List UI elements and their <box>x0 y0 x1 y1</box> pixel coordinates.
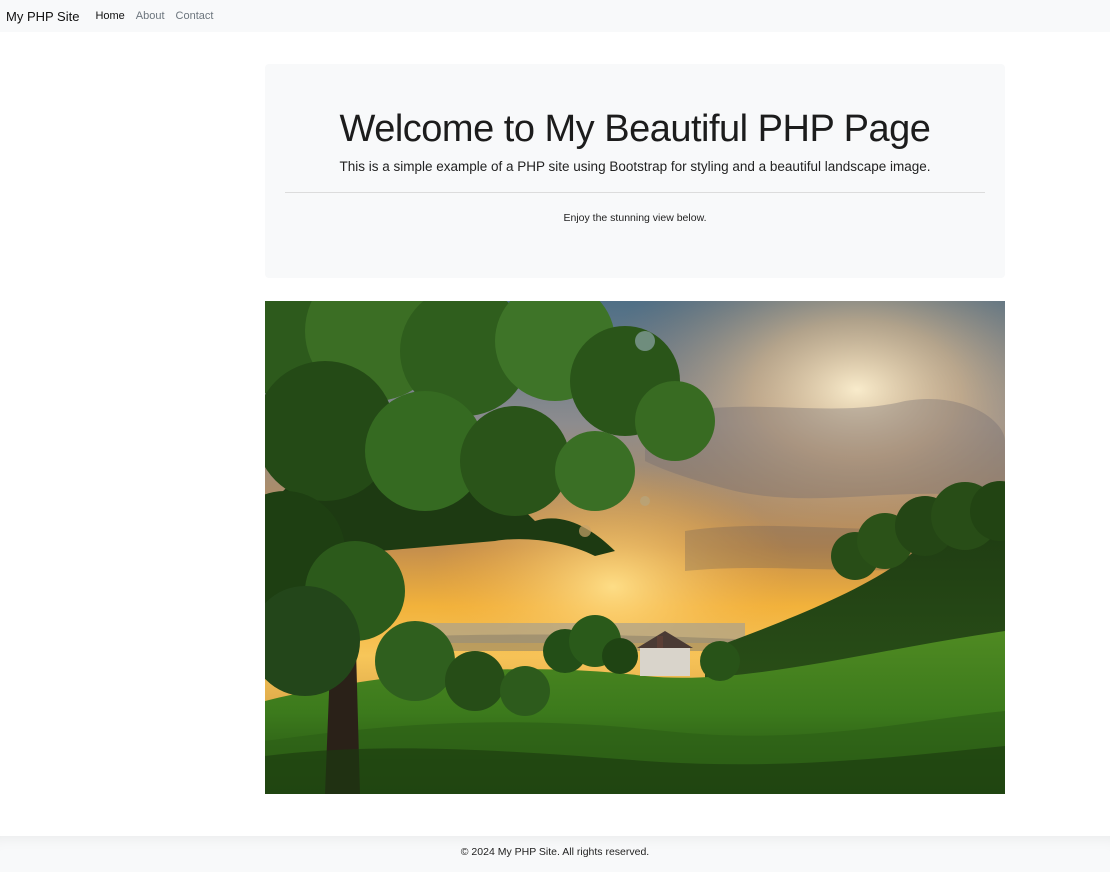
landscape-image <box>265 301 1005 794</box>
footer-text: © 2024 My PHP Site. All rights reserved. <box>460 846 650 858</box>
navbar-brand[interactable]: My PHP Site <box>6 9 79 24</box>
nav-link-home[interactable]: Home <box>95 10 124 22</box>
hero-lead: This is a simple example of a PHP site u… <box>339 159 931 174</box>
navbar: My PHP Site Home About Contact <box>0 0 1110 32</box>
hero-jumbotron: Welcome to My Beautiful PHP Page This is… <box>265 64 1005 278</box>
footer: © 2024 My PHP Site. All rights reserved. <box>0 836 1110 872</box>
hero-note: Enjoy the stunning view below. <box>563 212 707 224</box>
hero-divider <box>285 192 985 193</box>
nav-link-contact[interactable]: Contact <box>176 10 214 22</box>
nav-link-about[interactable]: About <box>136 10 165 22</box>
hero-title: Welcome to My Beautiful PHP Page <box>339 108 931 150</box>
